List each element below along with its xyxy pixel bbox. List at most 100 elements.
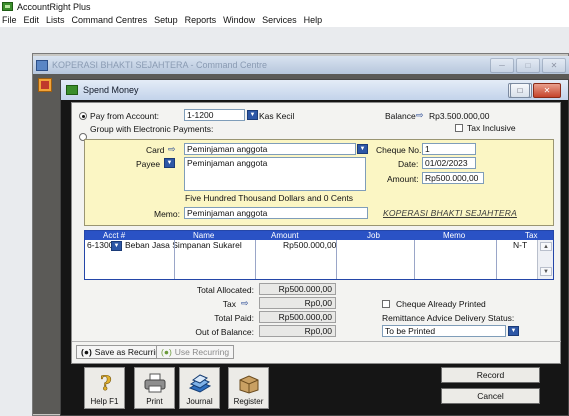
card-list-chevron-down-icon[interactable]: ▼ bbox=[357, 144, 368, 154]
amount-label: Amount: bbox=[387, 174, 419, 184]
card-label: Card bbox=[146, 145, 165, 155]
command-centre-title: KOPERASI BHAKTI SEJAHTERA - Command Cent… bbox=[52, 60, 268, 70]
account-list-chevron-down-icon[interactable]: ▼ bbox=[247, 110, 258, 120]
col-acct: Acct # bbox=[103, 231, 126, 240]
cheque-no-label: Cheque No.: bbox=[376, 145, 424, 155]
cancel-button[interactable]: Cancel bbox=[441, 388, 540, 404]
date-label: Date: bbox=[398, 159, 419, 169]
amount-field[interactable]: Rp500.000,00 bbox=[422, 172, 484, 184]
payee-chevron-down-icon[interactable]: ▼ bbox=[164, 158, 175, 168]
menu-setup[interactable]: Setup bbox=[154, 15, 178, 25]
col-memo: Memo bbox=[443, 231, 466, 240]
card-arrow-icon[interactable]: ⇨ bbox=[168, 144, 176, 155]
recurring-use-icon: (●) bbox=[161, 347, 172, 357]
col-tax: Tax bbox=[525, 231, 538, 240]
scroll-down-arrow-icon[interactable]: ▼ bbox=[540, 267, 552, 276]
company-signature: KOPERASI BHAKTI SEJAHTERA bbox=[383, 208, 517, 218]
total-allocated-label: Total Allocated: bbox=[196, 285, 254, 295]
total-paid-label: Total Paid: bbox=[214, 313, 254, 323]
menu-lists[interactable]: Lists bbox=[46, 15, 65, 25]
total-allocated-value: Rp500.000,00 bbox=[259, 283, 336, 295]
scroll-up-arrow-icon[interactable]: ▲ bbox=[540, 242, 552, 251]
journal-button[interactable]: Journal bbox=[179, 367, 220, 409]
command-centre-icon bbox=[36, 59, 48, 71]
row-account-chevron-down-icon[interactable]: ▼ bbox=[111, 241, 122, 251]
use-recurring-button[interactable]: (●) Use Recurring bbox=[156, 345, 235, 359]
balance-label: Balance bbox=[385, 111, 416, 121]
cc-minimize-button[interactable]: ─ bbox=[490, 58, 514, 73]
cc-maximize-button[interactable]: □ bbox=[516, 58, 540, 73]
card-field[interactable]: Peminjaman anggota bbox=[184, 143, 356, 155]
balance-arrow-icon: ⇨ bbox=[416, 110, 424, 120]
spend-money-title-bar: Spend Money bbox=[61, 80, 568, 100]
grid-divider bbox=[414, 240, 415, 279]
row-acct[interactable]: 6-1300 bbox=[87, 240, 113, 250]
register-label: Register bbox=[233, 397, 264, 406]
grid-scrollbar[interactable]: ▲ ▼ bbox=[537, 240, 553, 279]
payee-field[interactable]: Peminjaman anggota bbox=[184, 157, 366, 191]
grid-divider bbox=[336, 240, 337, 279]
help-button[interactable]: ? Help F1 bbox=[84, 367, 125, 409]
command-centre-tab-mark-icon bbox=[41, 81, 49, 89]
command-centre-title-bar: KOPERASI BHAKTI SEJAHTERA - Command Cent… bbox=[33, 56, 569, 74]
date-field[interactable]: 01/02/2023 bbox=[422, 157, 476, 169]
pay-from-label: Pay from Account: bbox=[90, 111, 159, 121]
memo-field[interactable]: Peminjaman anggota bbox=[184, 207, 368, 219]
menu-command-centres[interactable]: Command Centres bbox=[72, 15, 148, 25]
menu-help[interactable]: Help bbox=[304, 15, 323, 25]
pay-from-account-radio[interactable] bbox=[79, 112, 87, 120]
sm-close-button[interactable]: ✕ bbox=[533, 83, 561, 98]
row-tax[interactable]: N-T bbox=[513, 240, 527, 250]
cheque-no-field[interactable]: 1 bbox=[422, 143, 476, 155]
help-label: Help F1 bbox=[90, 397, 119, 406]
grid-divider bbox=[255, 240, 256, 279]
grid-divider bbox=[496, 240, 497, 279]
app-title-bar: AccountRight Plus bbox=[0, 0, 569, 13]
pay-from-account-name: Kas Kecil bbox=[259, 111, 295, 121]
app-title: AccountRight Plus bbox=[17, 1, 91, 12]
remittance-label: Remittance Advice Delivery Status: bbox=[382, 313, 515, 323]
sm-maximize-button[interactable]: □ bbox=[510, 83, 530, 98]
grid-header: Acct # Name Amount Job Memo Tax bbox=[85, 231, 553, 240]
menu-reports[interactable]: Reports bbox=[185, 15, 217, 25]
memo-label: Memo: bbox=[154, 209, 180, 219]
tax-label: Tax bbox=[222, 299, 236, 309]
menu-window[interactable]: Window bbox=[223, 15, 255, 25]
printer-icon bbox=[144, 373, 165, 393]
journal-book-icon bbox=[188, 374, 211, 393]
out-of-balance-value: Rp0,00 bbox=[259, 325, 336, 337]
tax-arrow-icon[interactable]: ⇨ bbox=[241, 298, 249, 309]
accountright-logo-icon bbox=[2, 2, 13, 11]
register-box-icon bbox=[239, 375, 258, 394]
spend-money-icon bbox=[66, 85, 78, 95]
menu-services[interactable]: Services bbox=[262, 15, 297, 25]
remittance-chevron-down-icon[interactable]: ▼ bbox=[508, 326, 519, 336]
pay-from-account-field[interactable]: 1-1200 bbox=[184, 109, 245, 121]
menu-edit[interactable]: Edit bbox=[24, 15, 40, 25]
table-row[interactable]: 6-1300 ▼ Beban Jasa Simpanan Sukarel Rp5… bbox=[85, 240, 553, 251]
tax-inclusive-checkbox[interactable] bbox=[455, 124, 463, 132]
save-as-recurring-label: Save as Recurring bbox=[94, 347, 165, 357]
print-label: Print bbox=[146, 397, 163, 406]
menu-file[interactable]: File bbox=[2, 15, 17, 25]
col-name: Name bbox=[193, 231, 215, 240]
help-question-icon: ? bbox=[99, 372, 112, 394]
out-of-balance-label: Out of Balance: bbox=[195, 327, 254, 337]
remittance-status-select[interactable]: To be Printed bbox=[382, 325, 506, 337]
balance-value: Rp3.500.000,00 bbox=[429, 111, 490, 121]
svg-text:?: ? bbox=[100, 372, 112, 394]
col-job: Job bbox=[367, 231, 380, 240]
tax-value: Rp0,00 bbox=[259, 297, 336, 309]
register-button[interactable]: Register bbox=[228, 367, 269, 409]
cc-close-button[interactable]: ✕ bbox=[542, 58, 566, 73]
print-button[interactable]: Print bbox=[134, 367, 175, 409]
record-button[interactable]: Record bbox=[441, 367, 540, 383]
row-amount[interactable]: Rp500.000,00 bbox=[283, 240, 336, 250]
row-name[interactable]: Beban Jasa Simpanan Sukarel bbox=[125, 240, 242, 250]
cheque-already-printed-label: Cheque Already Printed bbox=[396, 299, 486, 309]
tax-inclusive-label: Tax Inclusive bbox=[467, 123, 516, 133]
spend-money-title: Spend Money bbox=[83, 85, 139, 95]
recurring-save-icon: (●) bbox=[81, 347, 92, 357]
cheque-already-printed-checkbox[interactable] bbox=[382, 300, 390, 308]
col-amount: Amount bbox=[271, 231, 299, 240]
